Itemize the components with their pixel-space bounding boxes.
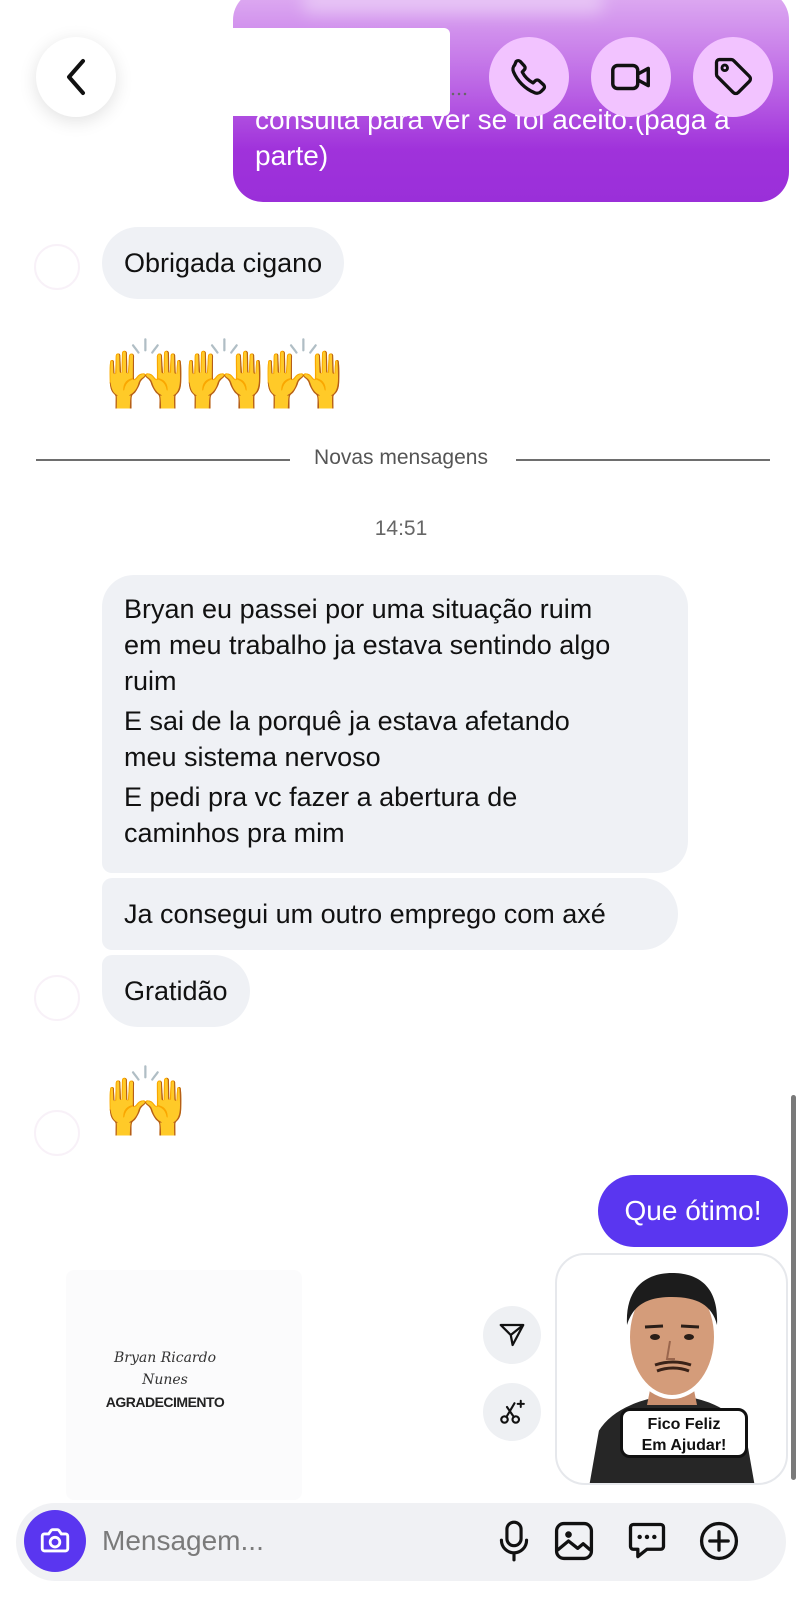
back-button[interactable] [36,37,116,117]
tag-button[interactable] [693,37,773,117]
scissors-sparkle-icon [500,1399,525,1424]
plus-circle-icon [699,1521,739,1561]
microphone-icon [499,1520,529,1562]
incoming-message-bubble[interactable]: Bryan eu passei por uma situação ruim em… [102,575,688,873]
camera-icon [40,1528,70,1553]
phone-icon [511,58,547,95]
message-line: E pedi pra vc fazer a abertura de [124,782,518,812]
emoji-message[interactable]: 🙌🙌🙌 [102,335,348,415]
new-messages-divider: Novas mensagens [314,446,488,469]
message-text: Que ótimo! [624,1195,762,1226]
sticker-caption-line2: Em Ajudar! [641,1437,727,1454]
more-options-button[interactable] [694,1516,744,1566]
share-button[interactable] [483,1306,541,1364]
avatar[interactable] [34,1110,80,1156]
message-line: Bryan eu passei por uma situação ruim [124,594,593,624]
raised-hands-emoji: 🙌 [102,1063,189,1141]
outgoing-message-bubble[interactable]: Que ótimo! [598,1175,788,1247]
voice-message-button[interactable] [489,1516,539,1566]
message-input[interactable] [102,1519,462,1563]
message-text: Ja consegui um outro emprego com axé [124,899,606,929]
contact-name-redacted [150,28,468,116]
message-line: ruim [124,666,177,696]
avatar[interactable] [34,244,80,290]
tag-icon [714,57,753,96]
send-icon [499,1323,525,1347]
raised-hands-emoji: 🙌🙌🙌 [102,336,348,414]
avatar[interactable] [34,975,80,1021]
sticker-caption: Fico Feliz Em Ajudar! [620,1408,748,1458]
emoji-message[interactable]: 🙌 [102,1062,189,1142]
camera-button[interactable] [24,1510,86,1572]
document-title: AGRADECIMENTO [105,1394,225,1410]
sticker-chat-icon [628,1522,666,1559]
video-call-button[interactable] [591,37,671,117]
message-text: Obrigada cigano [124,248,323,278]
chevron-left-icon [67,59,85,95]
sticker-caption-line1: Fico Feliz [647,1416,721,1433]
incoming-message-bubble[interactable]: Ja consegui um outro emprego com axé [102,878,678,950]
incoming-message-bubble[interactable]: Obrigada cigano [102,227,345,299]
call-button[interactable] [489,37,569,117]
document-author-line2: Nunes [142,1372,188,1388]
timestamp: 14:51 [374,517,428,540]
scrollbar[interactable] [791,1095,796,1480]
message-text: Gratidão [124,976,228,1006]
message-line: caminhos pra mim [124,818,345,848]
remix-button[interactable] [483,1383,541,1441]
video-camera-icon [611,63,650,91]
image-icon [554,1521,594,1561]
incoming-message-bubble[interactable]: Gratidão [102,955,250,1027]
message-line: em meu trabalho ja estava sentindo algo [124,630,611,660]
message-line: E sai de la porquê ja estava afetando [124,706,570,736]
sticker-button[interactable] [622,1516,672,1566]
gallery-button[interactable] [549,1516,599,1566]
document-author-line1: Bryan Ricardo [114,1350,216,1366]
message-line: meu sistema nervoso [124,742,381,772]
